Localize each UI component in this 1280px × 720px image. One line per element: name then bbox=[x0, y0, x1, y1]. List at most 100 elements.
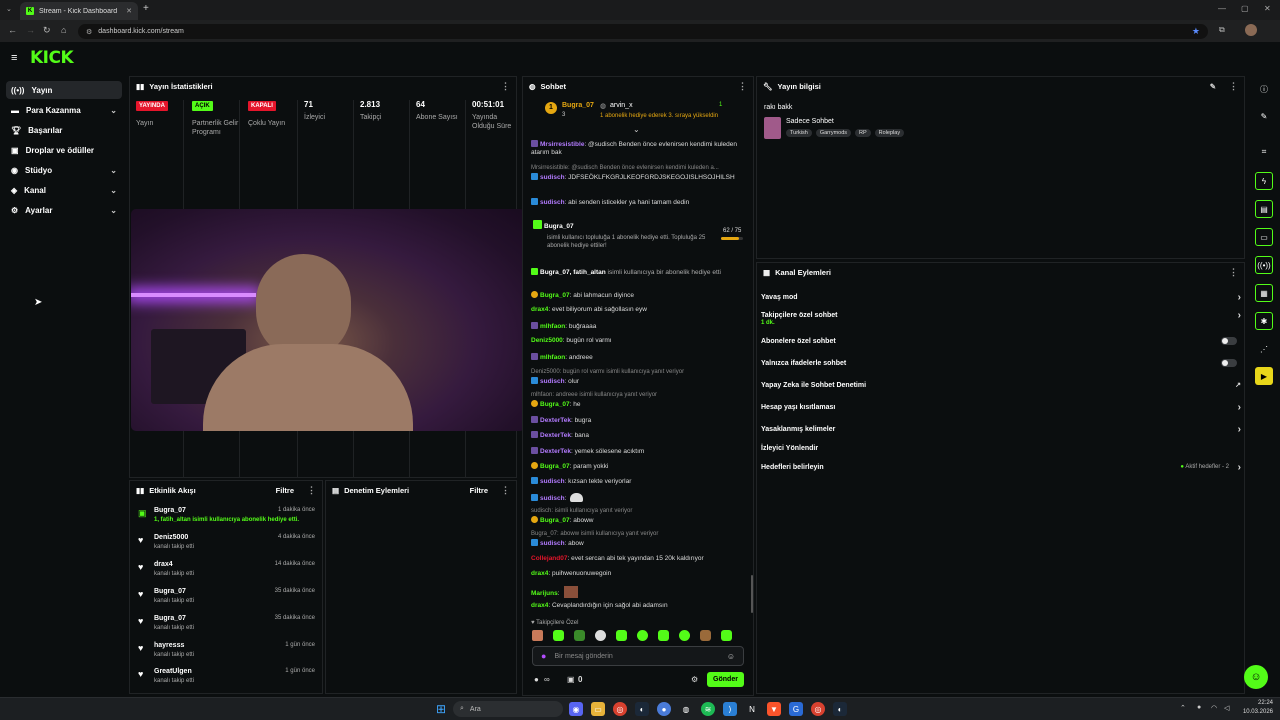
sidebar-item-kanal[interactable]: ◈ Kanal ⌄ bbox=[6, 181, 122, 199]
chat-input[interactable]: ● Bir mesaj gönderin ☺ bbox=[532, 646, 744, 666]
app-icon[interactable]: G bbox=[789, 702, 803, 716]
chat-user[interactable]: drax4 bbox=[531, 570, 548, 577]
send-button[interactable]: Gönder bbox=[707, 672, 744, 687]
sidebar-item-studyo[interactable]: ◉ Stüdyo ⌄ bbox=[6, 161, 122, 179]
stream-category[interactable]: Sadece Sohbet bbox=[786, 118, 834, 125]
event-row[interactable]: ♥ GreatUlgen kanalı takip etti 1 gün önce bbox=[135, 667, 319, 691]
wrench-icon[interactable]: ✱ bbox=[1255, 312, 1273, 330]
more-options-icon[interactable]: ⋮ bbox=[1229, 267, 1238, 278]
chat-message[interactable]: mlhfaon: buğraaaa bbox=[531, 322, 745, 331]
layout-icon[interactable]: ▦ bbox=[1255, 284, 1273, 302]
windows-start-icon[interactable]: ⊞ bbox=[434, 702, 448, 716]
chat-user[interactable]: Bugra_07 bbox=[540, 292, 570, 299]
chat-user[interactable]: Marijuns bbox=[531, 590, 558, 597]
action-row-yapay-zeka[interactable]: Yapay Zeka ile Sohbet Denetimi ↗ bbox=[761, 378, 1241, 392]
chat-icon[interactable]: ▭ bbox=[1255, 228, 1273, 246]
chat-user[interactable]: Mrsirresistible bbox=[540, 141, 584, 148]
event-row[interactable]: ♥ Bugra_07 kanalı takip etti 35 dakika önce bbox=[135, 614, 319, 638]
emote-icon[interactable] bbox=[616, 630, 627, 641]
extensions-icon[interactable]: ⧉ bbox=[1219, 25, 1225, 35]
action-row-abone-sohbet[interactable]: Abonelere özel sohbet bbox=[761, 334, 1241, 348]
chat-message[interactable]: Bugra_07: aboww bbox=[531, 516, 745, 525]
emote-icon[interactable] bbox=[595, 630, 606, 641]
action-row-izleyici-yonlendir[interactable]: İzleyici Yönlendir bbox=[761, 441, 1241, 455]
chat-settings-icon[interactable]: ⚙ bbox=[691, 675, 698, 684]
toggle-switch[interactable] bbox=[1221, 359, 1237, 367]
chat-user[interactable]: Collejand07 bbox=[531, 555, 567, 562]
emote-icon[interactable] bbox=[637, 630, 648, 641]
expand-chevron-icon[interactable]: ⌄ bbox=[633, 125, 640, 134]
category-thumbnail[interactable] bbox=[764, 117, 781, 139]
emoji-icon[interactable]: ☺ bbox=[727, 652, 735, 661]
stream-preview-video[interactable] bbox=[131, 209, 525, 431]
browser-tab[interactable]: K Stream - Kick Dashboard ✕ bbox=[20, 2, 138, 20]
site-info-icon[interactable]: ⚙ bbox=[86, 28, 92, 36]
chat-message[interactable]: DexterTek: bana bbox=[531, 431, 745, 440]
chat-user[interactable]: DexterTek bbox=[540, 417, 571, 424]
kick-logo[interactable]: KICK bbox=[30, 48, 74, 68]
chat-user[interactable]: sudisch bbox=[540, 495, 565, 502]
volume-icon[interactable]: ◁ bbox=[1224, 704, 1229, 712]
profile-avatar[interactable] bbox=[1245, 24, 1257, 36]
chat-user[interactable]: sudisch bbox=[540, 174, 565, 181]
emote-icon[interactable] bbox=[721, 630, 732, 641]
emote-icon[interactable] bbox=[553, 630, 564, 641]
chat-message[interactable]: sudisch: kızsan tekte veriyorlar bbox=[531, 477, 745, 486]
new-tab-button[interactable]: + bbox=[143, 3, 149, 14]
close-window-icon[interactable]: ✕ bbox=[1264, 4, 1271, 13]
chat-user[interactable]: mlhfaon bbox=[540, 323, 565, 330]
discord-icon[interactable]: ◉ bbox=[569, 702, 583, 716]
back-icon[interactable]: ← bbox=[8, 25, 17, 35]
address-bar[interactable]: ⚙ dashboard.kick.com/stream ★ bbox=[78, 24, 1208, 39]
tray-chevron-icon[interactable]: ⌃ bbox=[1180, 704, 1186, 712]
clock-date[interactable]: 10.03.2026 bbox=[1236, 709, 1273, 715]
emote-icon[interactable] bbox=[574, 630, 585, 641]
chat-message[interactable]: drax4: Cevaplandırdığın için sağol abi a… bbox=[531, 602, 745, 610]
sidebar-item-para-kazanma[interactable]: ▬ Para Kazanma ⌄ bbox=[6, 101, 122, 119]
emote-icon[interactable] bbox=[532, 630, 543, 641]
action-row-takipci-sohbet[interactable]: Takipçilere özel sohbet › bbox=[761, 308, 1241, 322]
bookmark-star-icon[interactable]: ★ bbox=[1192, 26, 1200, 37]
chat-message[interactable]: Collejand07: evet sercan abi tek yayında… bbox=[531, 555, 745, 563]
emote-icon[interactable] bbox=[700, 630, 711, 641]
chat-user[interactable]: sudisch bbox=[540, 478, 565, 485]
wifi-icon[interactable]: ◠ bbox=[1211, 704, 1217, 712]
tag[interactable]: Roleplay bbox=[874, 129, 905, 137]
github-icon[interactable]: ◍ bbox=[679, 702, 693, 716]
filter-button[interactable]: Filtre bbox=[470, 486, 488, 495]
clapper-icon[interactable]: ▶ bbox=[1255, 367, 1273, 385]
chat-user[interactable]: Deniz5000 bbox=[531, 337, 563, 344]
vscode-icon[interactable]: ⟩ bbox=[723, 702, 737, 716]
chat-message[interactable]: DexterTek: bugra bbox=[531, 416, 745, 425]
steam-icon[interactable]: ◐ bbox=[635, 702, 649, 716]
chat-message[interactable]: drax4: evet biliyorum abi sağollasın eyw bbox=[531, 306, 745, 314]
action-row-hedefler[interactable]: Hedefleri belirleyin ● Aktif hedefler - 2… bbox=[761, 460, 1241, 474]
more-options-icon[interactable]: ⋮ bbox=[307, 485, 316, 496]
mic-icon[interactable]: ● bbox=[541, 651, 546, 661]
mic-icon[interactable]: ● bbox=[1197, 704, 1201, 711]
chat-message[interactable]: sudisch: abi senden isticekler ya hani t… bbox=[531, 198, 745, 207]
chrome-icon[interactable]: ◎ bbox=[811, 702, 825, 716]
taskbar-search[interactable]: ⌕ Ara bbox=[453, 701, 563, 717]
tag[interactable]: Garrymods bbox=[815, 129, 852, 137]
steam-icon[interactable]: ◐ bbox=[833, 702, 847, 716]
event-row[interactable]: ▣ Bugra_07 1, fatih_altan isimli kullanıcı… bbox=[135, 506, 319, 530]
folder-icon[interactable]: ▭ bbox=[591, 702, 605, 716]
tag[interactable]: Turkish bbox=[786, 129, 812, 137]
lightning-icon[interactable]: ϟ bbox=[1255, 172, 1273, 190]
action-row-ifade-sohbet[interactable]: Yalnızca ifadelerle sohbet bbox=[761, 356, 1241, 370]
crop-icon[interactable]: ⌗ bbox=[1255, 143, 1273, 161]
action-row-yavas-mod[interactable]: Yavaş mod › bbox=[761, 290, 1241, 304]
chat-message[interactable]: Marijuns: bbox=[531, 586, 745, 598]
event-row[interactable]: ♥ hayresss kanalı takip etti 1 gün önce bbox=[135, 641, 319, 665]
document-icon[interactable]: ▤ bbox=[1255, 200, 1273, 218]
action-row-yasakli-kelimeler[interactable]: Yasaklanmış kelimeler › bbox=[761, 422, 1241, 436]
broadcast-icon[interactable]: ((•)) bbox=[1255, 256, 1273, 274]
tab-list-icon[interactable]: ⌄ bbox=[6, 5, 12, 13]
action-row-hesap-yasi[interactable]: Hesap yaşı kısıtlaması › bbox=[761, 400, 1241, 414]
chat-message[interactable]: sudisch: JDFSEÖKLFKGRJLKEOFGRDJSKEGOJISL… bbox=[531, 173, 745, 182]
minimize-icon[interactable]: — bbox=[1218, 4, 1226, 13]
edit-icon[interactable]: ✎ bbox=[1210, 82, 1216, 91]
chat-message[interactable]: sudisch: bbox=[531, 493, 745, 503]
chat-user[interactable]: mlhfaon bbox=[540, 354, 565, 361]
